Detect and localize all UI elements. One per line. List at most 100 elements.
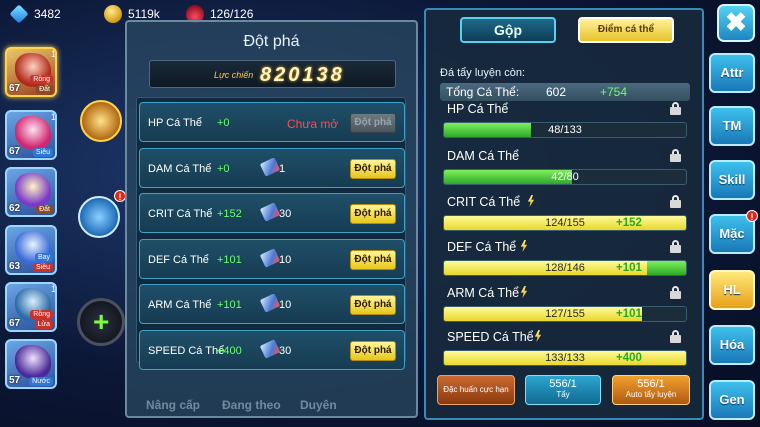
lock-icon[interactable] — [670, 286, 681, 299]
stat-name: SPEED Cá Thể — [447, 330, 534, 344]
nav-hoa[interactable]: Hóa — [709, 325, 755, 365]
tab-bond[interactable]: Duyên — [300, 398, 337, 412]
wash-label: Tẩy — [556, 390, 570, 399]
pet-type-tag-2: Siêu — [32, 263, 53, 272]
lock-icon[interactable] — [670, 240, 681, 253]
breakthrough-row-dam: DAM Cá Thể +0 1 Đột phá — [139, 148, 405, 188]
panel-title: Đột phá — [243, 33, 300, 50]
stamina-value: 126/126 — [210, 7, 254, 21]
stat-name: DAM Cá Thể — [447, 149, 520, 163]
lock-icon[interactable] — [670, 195, 681, 208]
stat-progress-bar: 48/133 — [443, 122, 687, 138]
stone-icon — [259, 339, 281, 359]
stat-bonus: +0 — [217, 117, 230, 129]
lock-icon[interactable] — [670, 102, 681, 115]
stat-bonus: +101 — [217, 254, 242, 266]
stat-progress-text: 124/155 — [545, 217, 585, 229]
pet-type-tag-2: Đất — [36, 85, 53, 94]
sword-icon[interactable] — [80, 100, 122, 142]
total-gain: +754 — [600, 85, 628, 99]
stat-progress-text: 42/80 — [551, 171, 579, 183]
pet-portrait — [15, 173, 51, 207]
pet-slot-1[interactable]: 1 67 Rồng Đất — [5, 47, 57, 97]
stat-progress-text: 48/133 — [548, 124, 582, 136]
add-slot-button[interactable]: + — [77, 298, 125, 346]
stone-count: 30 — [279, 345, 292, 357]
gem-value: 3482 — [34, 7, 61, 21]
extreme-training-button[interactable]: Đặc huấn cực hạn — [437, 375, 515, 405]
breakthrough-button[interactable]: Đột phá — [350, 113, 396, 133]
notification-badge: ! — [746, 210, 758, 222]
breakthrough-row-crit: CRIT Cá Thể +152 30 Đột phá — [139, 193, 405, 233]
stat-name: SPEED Cá Thể — [148, 345, 225, 357]
pet-slot-6[interactable]: 57 Nước — [5, 339, 57, 389]
stat-name: ARM Cá Thể — [447, 286, 520, 300]
pet-level: 63 — [9, 261, 21, 272]
lock-icon[interactable] — [670, 330, 681, 343]
tab-individual-points[interactable]: Điểm cá thể — [578, 17, 674, 43]
pet-level: 67 — [9, 83, 21, 94]
breakthrough-button[interactable]: Đột phá — [350, 250, 396, 270]
stat-bonus: +0 — [217, 163, 230, 175]
stat-gain: +101 — [616, 308, 642, 320]
pet-type-tag: Nước — [29, 377, 53, 386]
stat-name: CRIT Cá Thể — [148, 208, 213, 220]
gem-icon — [9, 4, 29, 24]
breakthrough-button[interactable]: Đột phá — [350, 341, 396, 361]
gold-coin-icon — [104, 5, 122, 23]
pet-slot-4[interactable]: 63 Bay Siêu — [5, 225, 57, 275]
nav-skill[interactable]: Skill — [709, 160, 755, 200]
nav-attr[interactable]: Attr — [709, 53, 755, 93]
pet-portrait — [15, 116, 51, 150]
pet-level: 57 — [9, 375, 21, 386]
stone-icon — [259, 248, 281, 268]
wash-count: 556/1 — [549, 378, 577, 390]
auto-wash-button[interactable]: 556/1 Auto tẩy luyện — [612, 375, 690, 405]
stat-progress-bar: 133/133 +400 — [443, 350, 687, 366]
breakthrough-row-hp: HP Cá Thể +0 Chưa mở Đột phá — [139, 102, 405, 142]
nav-gen[interactable]: Gen — [709, 380, 755, 420]
pet-slot-3[interactable]: 62 Đất — [5, 167, 57, 217]
stone-count: 1 — [279, 163, 286, 175]
tab-upgrade[interactable]: Nâng cấp — [146, 398, 200, 412]
stat-progress-text: 128/146 — [545, 262, 585, 274]
lock-icon[interactable] — [670, 149, 681, 162]
pet-type-tag: Rồng — [30, 75, 53, 84]
pet-type-tag: Đất — [36, 205, 53, 214]
breakthrough-row-speed: SPEED Cá Thể +400 30 Đột phá — [139, 330, 405, 370]
stat-gain: +400 — [616, 352, 642, 364]
total-value: 602 — [546, 85, 567, 99]
plus-icon: + — [93, 306, 110, 337]
combat-power: Lực chiến 820138 — [149, 60, 396, 88]
stat-progress-bar: 127/155 +101 — [443, 306, 687, 322]
stat-name: CRIT Cá Thể — [447, 195, 521, 209]
stat-name: DAM Cá Thể — [148, 163, 212, 175]
stat-name: ARM Cá Thể — [148, 299, 212, 311]
wash-button[interactable]: 556/1 Tẩy — [525, 375, 601, 405]
pet-slot-5[interactable]: 1 67 Rồng Lửa — [5, 282, 57, 332]
stat-name: DEF Cá Thể — [148, 254, 209, 266]
stone-count: 30 — [279, 208, 292, 220]
close-button[interactable]: ✖ — [717, 4, 755, 42]
nav-tm[interactable]: TM — [709, 106, 755, 146]
breakthrough-button[interactable]: Đột phá — [350, 159, 396, 179]
pet-type-tag: Rồng — [30, 310, 53, 319]
stat-gain: +101 — [616, 262, 642, 274]
bag-icon[interactable] — [78, 196, 120, 238]
total-individual: Tổng Cá Thể: 602 +754 — [440, 83, 690, 101]
gold-value: 5119k — [128, 7, 160, 21]
pet-slot-2[interactable]: 1 67 Siêu — [5, 110, 57, 160]
stat-progress-bar: 128/146 +101 — [443, 260, 687, 276]
tab-merge[interactable]: Gộp — [460, 17, 556, 43]
locked-status: Chưa mở — [287, 117, 339, 131]
auto-wash-count: 556/1 — [637, 378, 665, 390]
breakthrough-button[interactable]: Đột phá — [350, 204, 396, 224]
stat-bonus: +101 — [217, 299, 242, 311]
nav-hl[interactable]: HL — [709, 270, 755, 310]
pet-type-tag: Bay — [34, 253, 53, 262]
stone-count: 10 — [279, 254, 292, 266]
auto-wash-label: Auto tẩy luyện — [625, 390, 677, 399]
breakthrough-button[interactable]: Đột phá — [350, 295, 396, 315]
stone-icon — [259, 202, 281, 222]
tab-following[interactable]: Đang theo — [222, 398, 281, 412]
